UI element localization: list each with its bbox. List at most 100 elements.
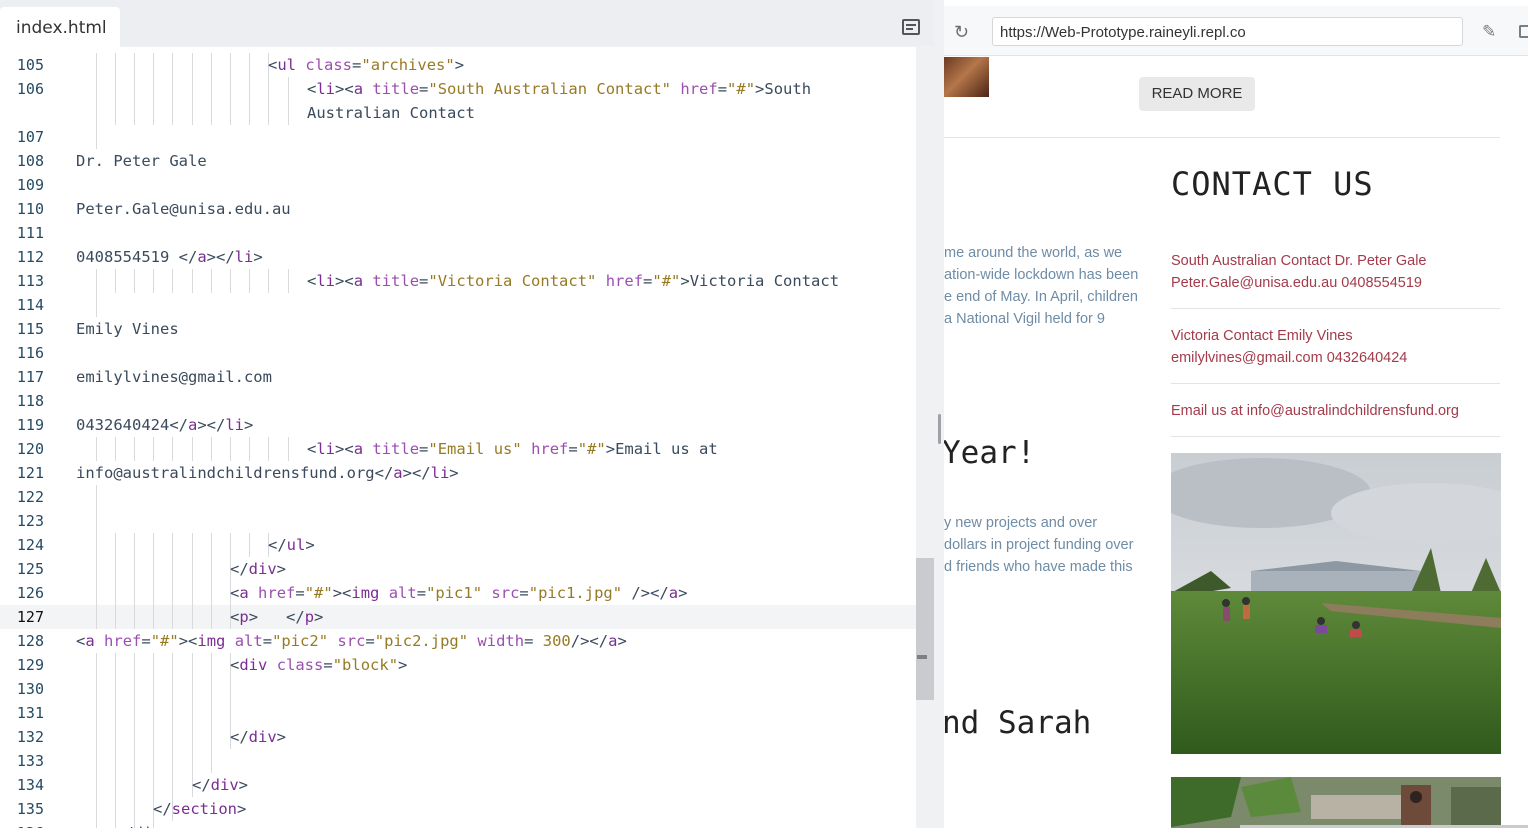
indent-guide	[172, 773, 173, 797]
code-line[interactable]: 111	[0, 221, 916, 245]
indent-guide	[115, 77, 116, 101]
code-line[interactable]: 105 <ul class="archives">	[0, 53, 916, 77]
news-line: e end of May. In April, children	[944, 289, 1138, 305]
code-line[interactable]: 117 emilylvines@gmail.com	[0, 365, 916, 389]
code-line[interactable]: 135 </section>	[0, 797, 916, 821]
read-more-button[interactable]: READ MORE	[1139, 77, 1255, 111]
line-number: 116	[16, 344, 44, 362]
line-number: 113	[16, 272, 44, 290]
indent-guide	[134, 581, 135, 605]
code-line[interactable]: 115 Emily Vines	[0, 317, 916, 341]
code-text: Dr. Peter Gale	[76, 152, 207, 170]
indent-guide	[96, 797, 97, 821]
indent-guide	[115, 269, 116, 293]
line-number: 123	[16, 512, 44, 530]
indent-guide	[230, 101, 231, 125]
indent-guide	[211, 677, 212, 701]
code-line[interactable]: 131	[0, 701, 916, 725]
village-photo[interactable]	[1171, 777, 1501, 828]
contact-link-sa[interactable]: South Australian Contact Dr. Peter Gale …	[1171, 253, 1427, 291]
code-line[interactable]: 132 </div>	[0, 725, 916, 749]
code-line[interactable]: 128 <a href="#"><img alt="pic2" src="pic2…	[0, 629, 916, 653]
tab-index-html[interactable]: index.html	[0, 7, 120, 47]
line-number: 131	[16, 704, 44, 722]
indent-guide	[115, 581, 116, 605]
code-text: </ul>	[268, 536, 315, 554]
rice-field-photo[interactable]	[1171, 453, 1501, 754]
reload-icon[interactable]: ↻	[954, 22, 974, 42]
code-line[interactable]: 127 <p> </p>	[0, 605, 916, 629]
indent-guide	[115, 605, 116, 629]
editor-menu-icon[interactable]	[901, 18, 921, 36]
code-line[interactable]: 130	[0, 677, 916, 701]
indent-guide	[249, 269, 250, 293]
code-line[interactable]: 136 </div>	[0, 821, 916, 828]
indent-guide	[192, 269, 193, 293]
contact-item: South Australian Contact Dr. Peter Gale …	[1171, 248, 1500, 309]
indent-guide	[96, 557, 97, 581]
indent-guide	[115, 533, 116, 557]
code-area[interactable]: 105 <ul class="archives"> 106 <li><a title=…	[0, 47, 916, 828]
indent-guide	[115, 437, 116, 461]
indent-guide	[96, 485, 97, 509]
indent-guide	[172, 653, 173, 677]
indent-guide	[172, 725, 173, 749]
line-number: 119	[16, 416, 44, 434]
indent-guide	[153, 677, 154, 701]
code-line[interactable]: 112 0408554519 </a></li>	[0, 245, 916, 269]
pane-resize-handle[interactable]	[938, 414, 941, 444]
indent-guide	[192, 725, 193, 749]
code-line[interactable]: 118	[0, 389, 916, 413]
code-line[interactable]: 134 </div>	[0, 773, 916, 797]
code-text: <a href="#"><img alt="pic2" src="pic2.jp…	[76, 632, 627, 650]
indent-guide	[96, 773, 97, 797]
editor-scrollbar-track[interactable]	[916, 47, 934, 828]
indent-guide	[192, 605, 193, 629]
indent-guide	[211, 749, 212, 773]
editor-scrollbar-thumb[interactable]	[916, 558, 934, 700]
code-line[interactable]: 113 <li><a title="Victoria Contact" href=…	[0, 269, 916, 293]
code-line[interactable]: 125 </div>	[0, 557, 916, 581]
code-line[interactable]: 124 </ul>	[0, 533, 916, 557]
code-line[interactable]: 109	[0, 173, 916, 197]
code-line[interactable]: 119 0432640424</a></li>	[0, 413, 916, 437]
indent-guide	[211, 605, 212, 629]
code-line[interactable]: Australian Contact	[0, 101, 916, 125]
open-new-window-icon[interactable]	[1519, 25, 1528, 38]
code-line[interactable]: 114	[0, 293, 916, 317]
indent-guide	[153, 749, 154, 773]
contact-link-vic[interactable]: Victoria Contact Emily Vines emilylvines…	[1171, 328, 1407, 366]
code-text: emilylvines@gmail.com	[76, 368, 272, 386]
code-text: </section>	[153, 800, 247, 818]
contact-link-email[interactable]: Email us at info@australindchildrensfund…	[1171, 403, 1459, 419]
code-text: 0408554519 </a></li>	[76, 248, 263, 266]
indent-guide	[192, 533, 193, 557]
news-paragraph: y new projects and over dollars in proje…	[944, 512, 1133, 578]
indent-guide	[96, 269, 97, 293]
code-line[interactable]: 107	[0, 125, 916, 149]
code-line[interactable]: 122	[0, 485, 916, 509]
code-line[interactable]: 110 Peter.Gale@unisa.edu.au	[0, 197, 916, 221]
code-line[interactable]: 116	[0, 341, 916, 365]
edit-pencil-icon[interactable]: ✎	[1482, 22, 1496, 42]
indent-guide	[288, 437, 289, 461]
indent-guide	[115, 557, 116, 581]
code-line[interactable]: 123	[0, 509, 916, 533]
url-field[interactable]: https://Web-Prototype.raineyli.repl.co	[992, 17, 1463, 46]
code-text: Peter.Gale@unisa.edu.au	[76, 200, 291, 218]
code-line[interactable]: 120 <li><a title="Email us" href="#">Emai…	[0, 437, 916, 461]
code-text: info@australindchildrensfund.org</a></li…	[76, 464, 459, 482]
indent-guide	[192, 653, 193, 677]
code-line[interactable]: 126 <a href="#"><img alt="pic1" src="pic1…	[0, 581, 916, 605]
code-line[interactable]: 106 <li><a title="South Australian Contac…	[0, 77, 916, 101]
code-line[interactable]: 129 <div class="block">	[0, 653, 916, 677]
code-line[interactable]: 133	[0, 749, 916, 773]
code-line[interactable]: 108 Dr. Peter Gale	[0, 149, 916, 173]
indent-guide	[134, 725, 135, 749]
code-line[interactable]: 121 info@australindchildrensfund.org</a><…	[0, 461, 916, 485]
indent-guide	[115, 101, 116, 125]
indent-guide	[172, 749, 173, 773]
indent-guide	[96, 749, 97, 773]
indent-guide	[192, 557, 193, 581]
indent-guide	[134, 557, 135, 581]
